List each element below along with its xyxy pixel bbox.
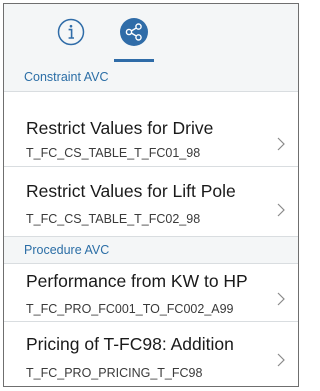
item-subtitle: T_FC_CS_TABLE_T_FC01_98: [26, 146, 201, 160]
item-title: Restrict Values for Lift Pole: [26, 181, 236, 201]
list-item[interactable]: Restrict Values for Drive T_FC_CS_TABLE_…: [4, 92, 298, 167]
icon-tab-bar: [4, 4, 298, 63]
item-subtitle: T_FC_PRO_PRICING_T_FC98: [26, 366, 203, 380]
item-subtitle: T_FC_PRO_FC001_TO_FC002_A99: [26, 302, 234, 316]
item-title: Pricing of T-FC98: Addition: [26, 334, 234, 354]
list-item[interactable]: Pricing of T-FC98: Addition T_FC_PRO_PRI…: [4, 322, 298, 386]
chevron-right-icon: [277, 203, 285, 217]
details-panel: Constraint AVC Restrict Values for Drive…: [3, 3, 299, 387]
item-subtitle: T_FC_CS_TABLE_T_FC02_98: [26, 212, 201, 226]
tab-relations[interactable]: [114, 4, 154, 62]
info-icon: [57, 18, 85, 46]
chevron-right-icon: [277, 353, 285, 367]
item-title: Restrict Values for Drive: [26, 118, 214, 138]
share-icon: [120, 18, 148, 46]
chevron-right-icon: [277, 292, 285, 306]
chevron-right-icon: [277, 137, 285, 151]
list-item[interactable]: Performance from KW to HP T_FC_PRO_FC001…: [4, 264, 298, 322]
section-header-procedure-avc: Procedure AVC: [4, 237, 298, 264]
list-item[interactable]: Restrict Values for Lift Pole T_FC_CS_TA…: [4, 167, 298, 237]
tab-information[interactable]: [51, 4, 91, 62]
section-header-constraint-avc: Constraint AVC: [4, 62, 298, 92]
item-title: Performance from KW to HP: [26, 271, 248, 291]
